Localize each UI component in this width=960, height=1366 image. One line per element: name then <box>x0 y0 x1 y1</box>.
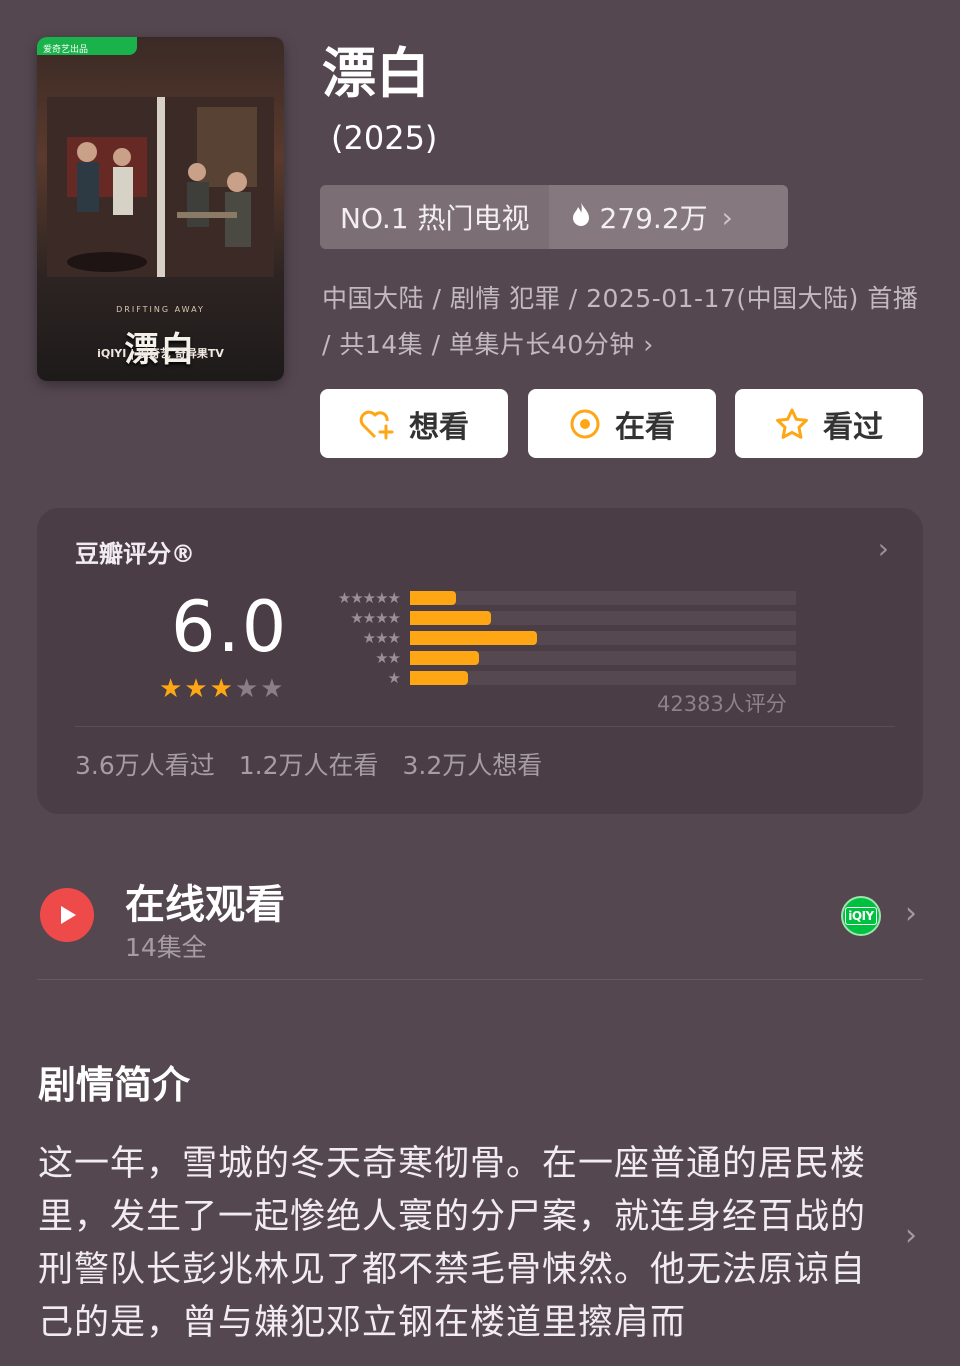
star-filled-icon: ★ <box>159 674 183 704</box>
distribution-row: ★★★ <box>314 628 800 648</box>
distribution-row: ★★★★★ <box>314 588 800 608</box>
heart-plus-icon <box>359 408 395 440</box>
watching-button[interactable]: 在看 <box>528 389 716 458</box>
stat-watched: 3.6万人看过 <box>75 751 215 780</box>
heat-indicator[interactable]: 279.2万 › <box>549 185 788 249</box>
rating-distribution: ★★★★★ ★★★★ ★★★ ★★ ★ <box>314 588 800 688</box>
rank-chip[interactable]: NO.1 热门电视 279.2万 › <box>320 185 788 249</box>
star-filled-icon: ★ <box>184 674 208 704</box>
chevron-right-icon: › <box>905 896 917 931</box>
distribution-bar <box>410 611 492 625</box>
watched-label: 看过 <box>823 409 883 445</box>
rating-card-title: 豆瓣评分® <box>75 540 195 568</box>
divider <box>37 979 923 980</box>
rating-stats: 3.6万人看过 1.2万人在看 3.2万人想看 <box>75 746 542 782</box>
divider <box>75 726 895 727</box>
distribution-track <box>410 651 796 665</box>
distribution-track <box>410 611 796 625</box>
star-empty-icon: ★ <box>260 674 284 704</box>
chevron-right-icon: › <box>721 200 733 234</box>
want-label: 想看 <box>409 409 469 445</box>
distribution-track <box>410 631 796 645</box>
poster-image[interactable]: 爱奇艺出品 DRIFTING AWAY 漂白 iQIYI | 爱奇艺 奇异果TV <box>37 37 284 381</box>
poster-subtitle: DRIFTING AWAY <box>116 305 205 314</box>
want-to-watch-button[interactable]: 想看 <box>320 389 508 458</box>
distribution-row: ★★ <box>314 648 800 668</box>
distribution-track <box>410 671 796 685</box>
rating-score: 6.0 <box>171 586 289 668</box>
chevron-right-icon: › <box>877 532 889 565</box>
show-year: (2025) <box>331 119 438 157</box>
show-title: 漂白 <box>322 42 430 105</box>
rating-count: 42383人评分 <box>657 692 787 716</box>
distribution-stars-label: ★★★★ <box>350 609 401 627</box>
distribution-stars-label: ★★★ <box>362 629 401 647</box>
stat-want: 3.2万人想看 <box>402 751 543 780</box>
star-filled-icon: ★ <box>209 674 233 704</box>
heat-value: 279.2万 <box>599 202 708 235</box>
target-icon <box>569 408 601 440</box>
star-outline-icon <box>775 408 809 440</box>
star-empty-icon: ★ <box>234 674 259 704</box>
watch-online-row[interactable]: 在线观看 14集全 iQIY › <box>37 860 923 980</box>
distribution-bar <box>410 671 468 685</box>
watch-online-title: 在线观看 <box>125 882 285 928</box>
chevron-right-icon: › <box>643 330 654 359</box>
distribution-bar <box>410 591 457 605</box>
play-icon[interactable] <box>40 888 94 942</box>
distribution-row: ★ <box>314 668 800 688</box>
flame-icon <box>571 201 591 234</box>
rating-stars: ★ ★ ★ ★ ★ <box>159 674 284 704</box>
rank-label: NO.1 热门电视 <box>320 185 550 249</box>
meta-text: 中国大陆 / 剧情 犯罪 / 2025-01-17(中国大陆) 首播 / 共14… <box>322 284 919 359</box>
poster-brand-badge: 爱奇艺出品 <box>37 37 137 55</box>
distribution-stars-label: ★★★★★ <box>337 589 401 607</box>
stat-watching: 1.2万人在看 <box>238 751 379 780</box>
watching-label: 在看 <box>615 409 675 445</box>
distribution-row: ★★★★ <box>314 608 800 628</box>
show-meta-info[interactable]: 中国大陆 / 剧情 犯罪 / 2025-01-17(中国大陆) 首播 / 共14… <box>322 276 922 368</box>
distribution-track <box>410 591 796 605</box>
distribution-stars-label: ★ <box>387 669 401 687</box>
episode-count: 14集全 <box>125 933 207 962</box>
distribution-stars-label: ★★ <box>375 649 401 667</box>
watched-button[interactable]: 看过 <box>735 389 923 458</box>
synopsis-text[interactable]: 这一年，雪城的冬天奇寒彻骨。在一座普通的居民楼里，发生了一起惨绝人寰的分尸案，就… <box>38 1138 878 1348</box>
poster-platforms: iQIYI | 爱奇艺 奇异果TV <box>97 347 224 360</box>
iqiyi-platform-icon[interactable]: iQIY <box>841 896 881 936</box>
distribution-bar <box>410 631 538 645</box>
poster-scene-illustration <box>47 97 274 277</box>
chevron-right-icon: › <box>905 1218 917 1253</box>
synopsis-heading: 剧情简介 <box>38 1063 191 1107</box>
distribution-bar <box>410 651 480 665</box>
douban-rating-card[interactable]: 豆瓣评分® › 6.0 ★ ★ ★ ★ ★ ★★★★★ ★★★★ ★★★ ★★ ★ 42383人… <box>37 508 923 814</box>
